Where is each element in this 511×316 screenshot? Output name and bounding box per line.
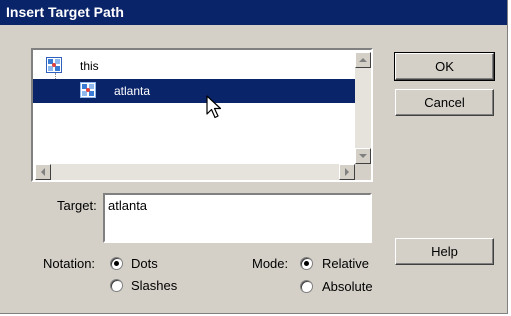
radio-button[interactable]	[110, 279, 123, 292]
scroll-down-button[interactable]	[355, 148, 371, 164]
tree-item-atlanta[interactable]: atlanta	[33, 79, 355, 103]
scroll-right-button[interactable]	[339, 164, 355, 180]
scrollbar-corner	[355, 164, 371, 180]
movieclip-icon	[80, 82, 96, 98]
insert-target-path-dialog: Insert Target Path this atlanta OK Cance…	[0, 0, 508, 314]
radio-selected-dot	[114, 261, 119, 266]
radio-button[interactable]	[300, 257, 313, 270]
arrow-left-icon	[41, 168, 45, 176]
arrow-up-icon	[359, 58, 367, 62]
arrow-right-icon	[345, 168, 349, 176]
radio-button[interactable]	[110, 257, 123, 270]
scroll-up-button[interactable]	[355, 52, 371, 68]
radio-button[interactable]	[300, 280, 313, 293]
window-title: Insert Target Path	[6, 4, 124, 20]
tree-item-this[interactable]: this	[33, 54, 355, 78]
radio-selected-dot	[304, 261, 309, 266]
tree-item-label: atlanta	[114, 84, 151, 98]
mouse-pointer-icon	[206, 95, 222, 119]
mode-relative-label[interactable]: Relative	[322, 256, 369, 271]
horizontal-scrollbar[interactable]	[35, 164, 355, 180]
notation-dots-label[interactable]: Dots	[131, 256, 158, 271]
target-input[interactable]: atlanta	[103, 193, 372, 243]
movieclip-icon	[46, 57, 62, 73]
mode-label: Mode:	[252, 256, 289, 271]
help-button-label: Help	[431, 244, 458, 259]
arrow-down-icon	[359, 154, 367, 158]
ok-button[interactable]: OK	[394, 52, 495, 81]
title-bar[interactable]: Insert Target Path	[0, 0, 507, 25]
scroll-left-button[interactable]	[35, 164, 51, 180]
target-label: Target:	[57, 198, 97, 213]
help-button[interactable]: Help	[395, 238, 494, 265]
target-tree-view[interactable]: this atlanta	[31, 48, 373, 182]
mode-absolute-label[interactable]: Absolute	[322, 279, 373, 294]
cancel-button[interactable]: Cancel	[395, 89, 494, 116]
tree-item-label: this	[80, 59, 99, 73]
vertical-scrollbar[interactable]	[355, 52, 371, 164]
notation-label: Notation:	[43, 256, 96, 271]
notation-slashes-label[interactable]: Slashes	[131, 278, 177, 293]
ok-button-label: OK	[435, 59, 454, 74]
cancel-button-label: Cancel	[424, 95, 465, 110]
